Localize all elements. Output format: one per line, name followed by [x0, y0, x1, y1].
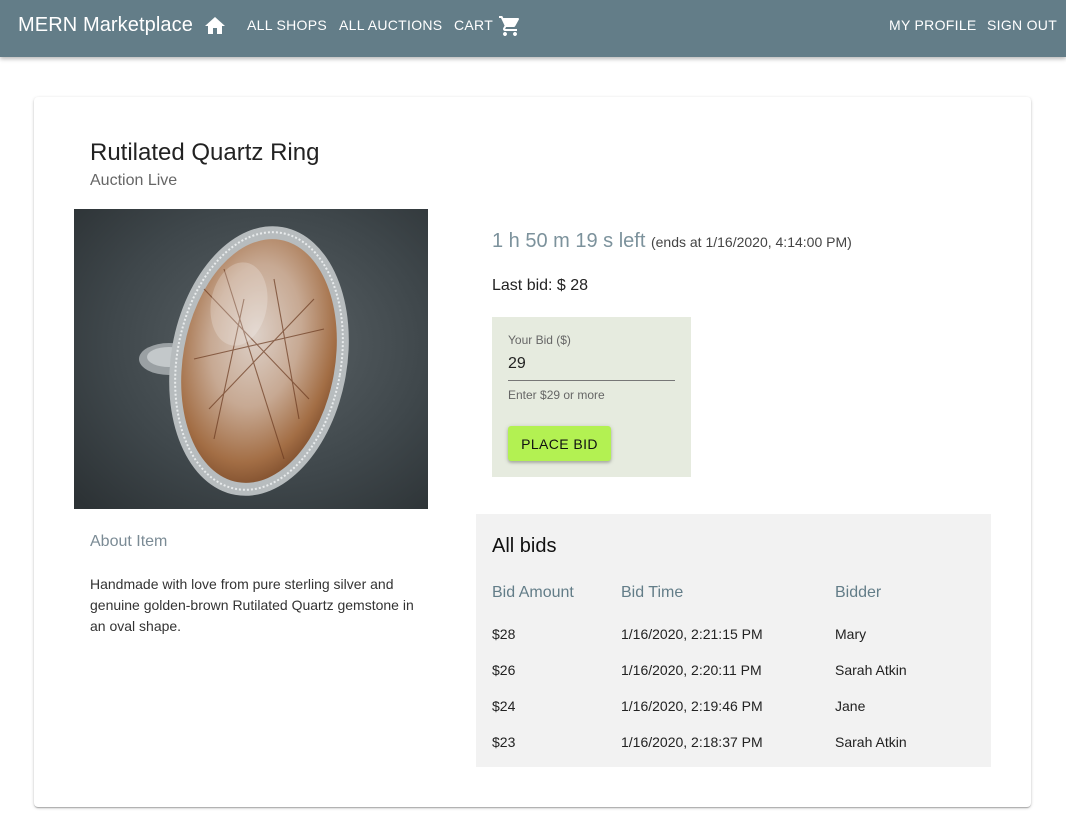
- nav-cart[interactable]: CART: [454, 17, 493, 33]
- table-row: $28 1/16/2020, 2:21:15 PM Mary: [476, 626, 991, 662]
- about-text: Handmade with love from pure sterling si…: [90, 576, 414, 634]
- time-left: 1 h 50 m 19 s left: [492, 230, 646, 252]
- about-heading: About Item: [90, 533, 168, 550]
- place-bid-button[interactable]: PLACE BID: [508, 426, 611, 461]
- nav-all-auctions[interactable]: ALL AUCTIONS: [339, 17, 442, 33]
- bid-label: Your Bid ($): [508, 333, 571, 347]
- table-row: $24 1/16/2020, 2:19:46 PM Jane: [476, 698, 991, 734]
- app-bar: MERN Marketplace ALL SHOPS ALL AUCTIONS …: [0, 0, 1066, 57]
- bid-input[interactable]: [508, 353, 675, 381]
- column-bid-amount: Bid Amount: [492, 584, 574, 601]
- nav-my-profile[interactable]: MY PROFILE: [889, 17, 977, 33]
- auction-card: Rutilated Quartz Ring Auction Live About…: [34, 97, 1031, 807]
- last-bid: Last bid: $ 28: [492, 277, 589, 294]
- shopping-cart-icon: [499, 16, 520, 36]
- auction-status: Auction Live: [90, 172, 178, 189]
- home-icon: [205, 17, 225, 34]
- bidder: Sarah Atkin: [835, 662, 907, 678]
- column-bidder: Bidder: [835, 584, 882, 601]
- countdown: 1 h 50 m 19 s left (ends at 1/16/2020, 4…: [492, 230, 852, 253]
- bidder: Jane: [835, 698, 866, 714]
- item-image: [74, 209, 428, 509]
- bid-amount: $26: [492, 662, 516, 678]
- table-row: $26 1/16/2020, 2:20:11 PM Sarah Atkin: [476, 662, 991, 698]
- bids-heading: All bids: [492, 535, 557, 557]
- table-row: $23 1/16/2020, 2:18:37 PM Sarah Atkin: [476, 734, 991, 770]
- home-button[interactable]: [203, 14, 227, 38]
- bid-time: 1/16/2020, 2:20:11 PM: [621, 662, 762, 678]
- brand-title: MERN Marketplace: [18, 14, 193, 36]
- bidder: Sarah Atkin: [835, 734, 907, 750]
- bid-amount: $28: [492, 626, 516, 642]
- bidder: Mary: [835, 626, 867, 642]
- bid-time: 1/16/2020, 2:18:37 PM: [621, 734, 763, 750]
- cart-button[interactable]: [498, 14, 522, 38]
- nav-all-shops[interactable]: ALL SHOPS: [247, 17, 327, 33]
- bid-form: Your Bid ($) Enter $29 or more PLACE BID: [492, 317, 691, 477]
- bid-helper-text: Enter $29 or more: [508, 388, 605, 402]
- nav-sign-out[interactable]: SIGN OUT: [987, 17, 1057, 33]
- ends-at: (ends at 1/16/2020, 4:14:00 PM): [650, 234, 852, 250]
- bids-table: All bids Bid Amount Bid Time Bidder $28 …: [476, 514, 991, 767]
- ring-photo: [74, 209, 428, 509]
- bid-amount: $23: [492, 734, 516, 750]
- auction-title: Rutilated Quartz Ring: [90, 139, 320, 166]
- bid-amount: $24: [492, 698, 516, 714]
- bid-time: 1/16/2020, 2:19:46 PM: [621, 698, 763, 714]
- bid-time: 1/16/2020, 2:21:15 PM: [621, 626, 763, 642]
- column-bid-time: Bid Time: [621, 584, 684, 601]
